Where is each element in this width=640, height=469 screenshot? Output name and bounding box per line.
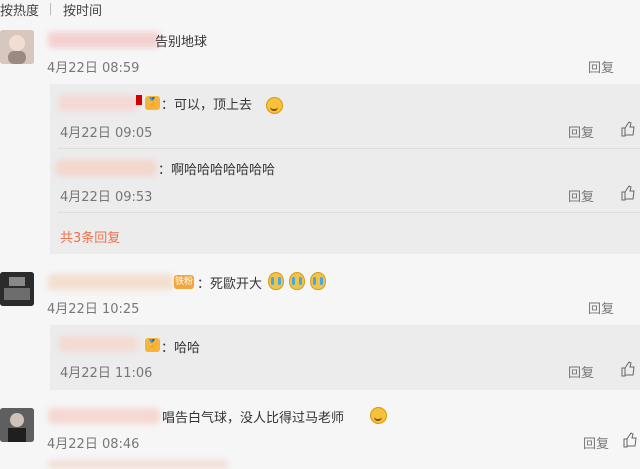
- divider: [58, 212, 640, 213]
- username-blurred[interactable]: [48, 408, 160, 424]
- comment-text: 唱告白气球，没人比得过马老师: [162, 411, 345, 426]
- reply-text: ：哈哈: [161, 341, 201, 356]
- reply-time: 4月22日 09:53: [60, 190, 153, 205]
- view-more-replies[interactable]: 共3条回复: [60, 227, 120, 246]
- reply-time: 4月22日 09:05: [60, 126, 153, 141]
- reply-button[interactable]: 回复: [568, 362, 594, 381]
- thumb-up-icon[interactable]: [620, 121, 636, 137]
- fan-badge-icon: 🏅: [145, 338, 160, 352]
- reply-username-blurred[interactable]: [56, 160, 156, 176]
- comment-text: 告别地球: [155, 35, 208, 50]
- username-blurred[interactable]: [48, 274, 173, 290]
- comment-text: ：死歐开大: [197, 277, 263, 292]
- thumb-up-icon[interactable]: [622, 432, 638, 448]
- sort-by-time[interactable]: 按时间: [63, 0, 102, 19]
- emoji-cry-icon: [310, 272, 326, 290]
- reply-username-blurred[interactable]: [58, 95, 138, 111]
- vip-badge-icon: [136, 95, 142, 105]
- reply-button[interactable]: 回复: [588, 57, 614, 76]
- reply-button[interactable]: 回复: [568, 186, 594, 205]
- comment-time: 4月22日 08:46: [47, 437, 140, 452]
- reply-button[interactable]: 回复: [583, 433, 609, 452]
- emoji-cry-icon: [289, 272, 305, 290]
- reply-time: 4月22日 11:06: [60, 366, 153, 381]
- sort-divider: [50, 3, 51, 15]
- emoji-cry-icon: [268, 272, 284, 290]
- fan-badge-icon: 🏅: [145, 96, 160, 110]
- username-blurred[interactable]: [48, 32, 160, 48]
- comment-time: 4月22日 10:25: [47, 302, 140, 317]
- reply-button[interactable]: 回复: [588, 298, 614, 317]
- avatar[interactable]: [0, 408, 34, 442]
- comment-time: 4月22日 08:59: [47, 61, 140, 76]
- reply-text: ：啊哈哈哈哈哈哈哈: [158, 163, 276, 178]
- next-comment-preview: [48, 460, 228, 469]
- emoji-smile-icon: [370, 407, 387, 424]
- vip-badge-icon: 铁粉: [174, 275, 194, 289]
- avatar[interactable]: [0, 30, 34, 64]
- reply-text: ：可以，顶上去: [161, 98, 253, 113]
- emoji-smile-icon: [266, 97, 283, 114]
- thumb-up-icon[interactable]: [620, 185, 636, 201]
- reply-button[interactable]: 回复: [568, 122, 594, 141]
- thumb-up-icon[interactable]: [620, 361, 636, 377]
- divider: [58, 148, 640, 149]
- reply-username-blurred[interactable]: [58, 336, 138, 352]
- avatar[interactable]: [0, 272, 34, 306]
- sort-bar: 按热度 按时间: [0, 0, 640, 20]
- sort-by-hot[interactable]: 按热度: [0, 0, 39, 19]
